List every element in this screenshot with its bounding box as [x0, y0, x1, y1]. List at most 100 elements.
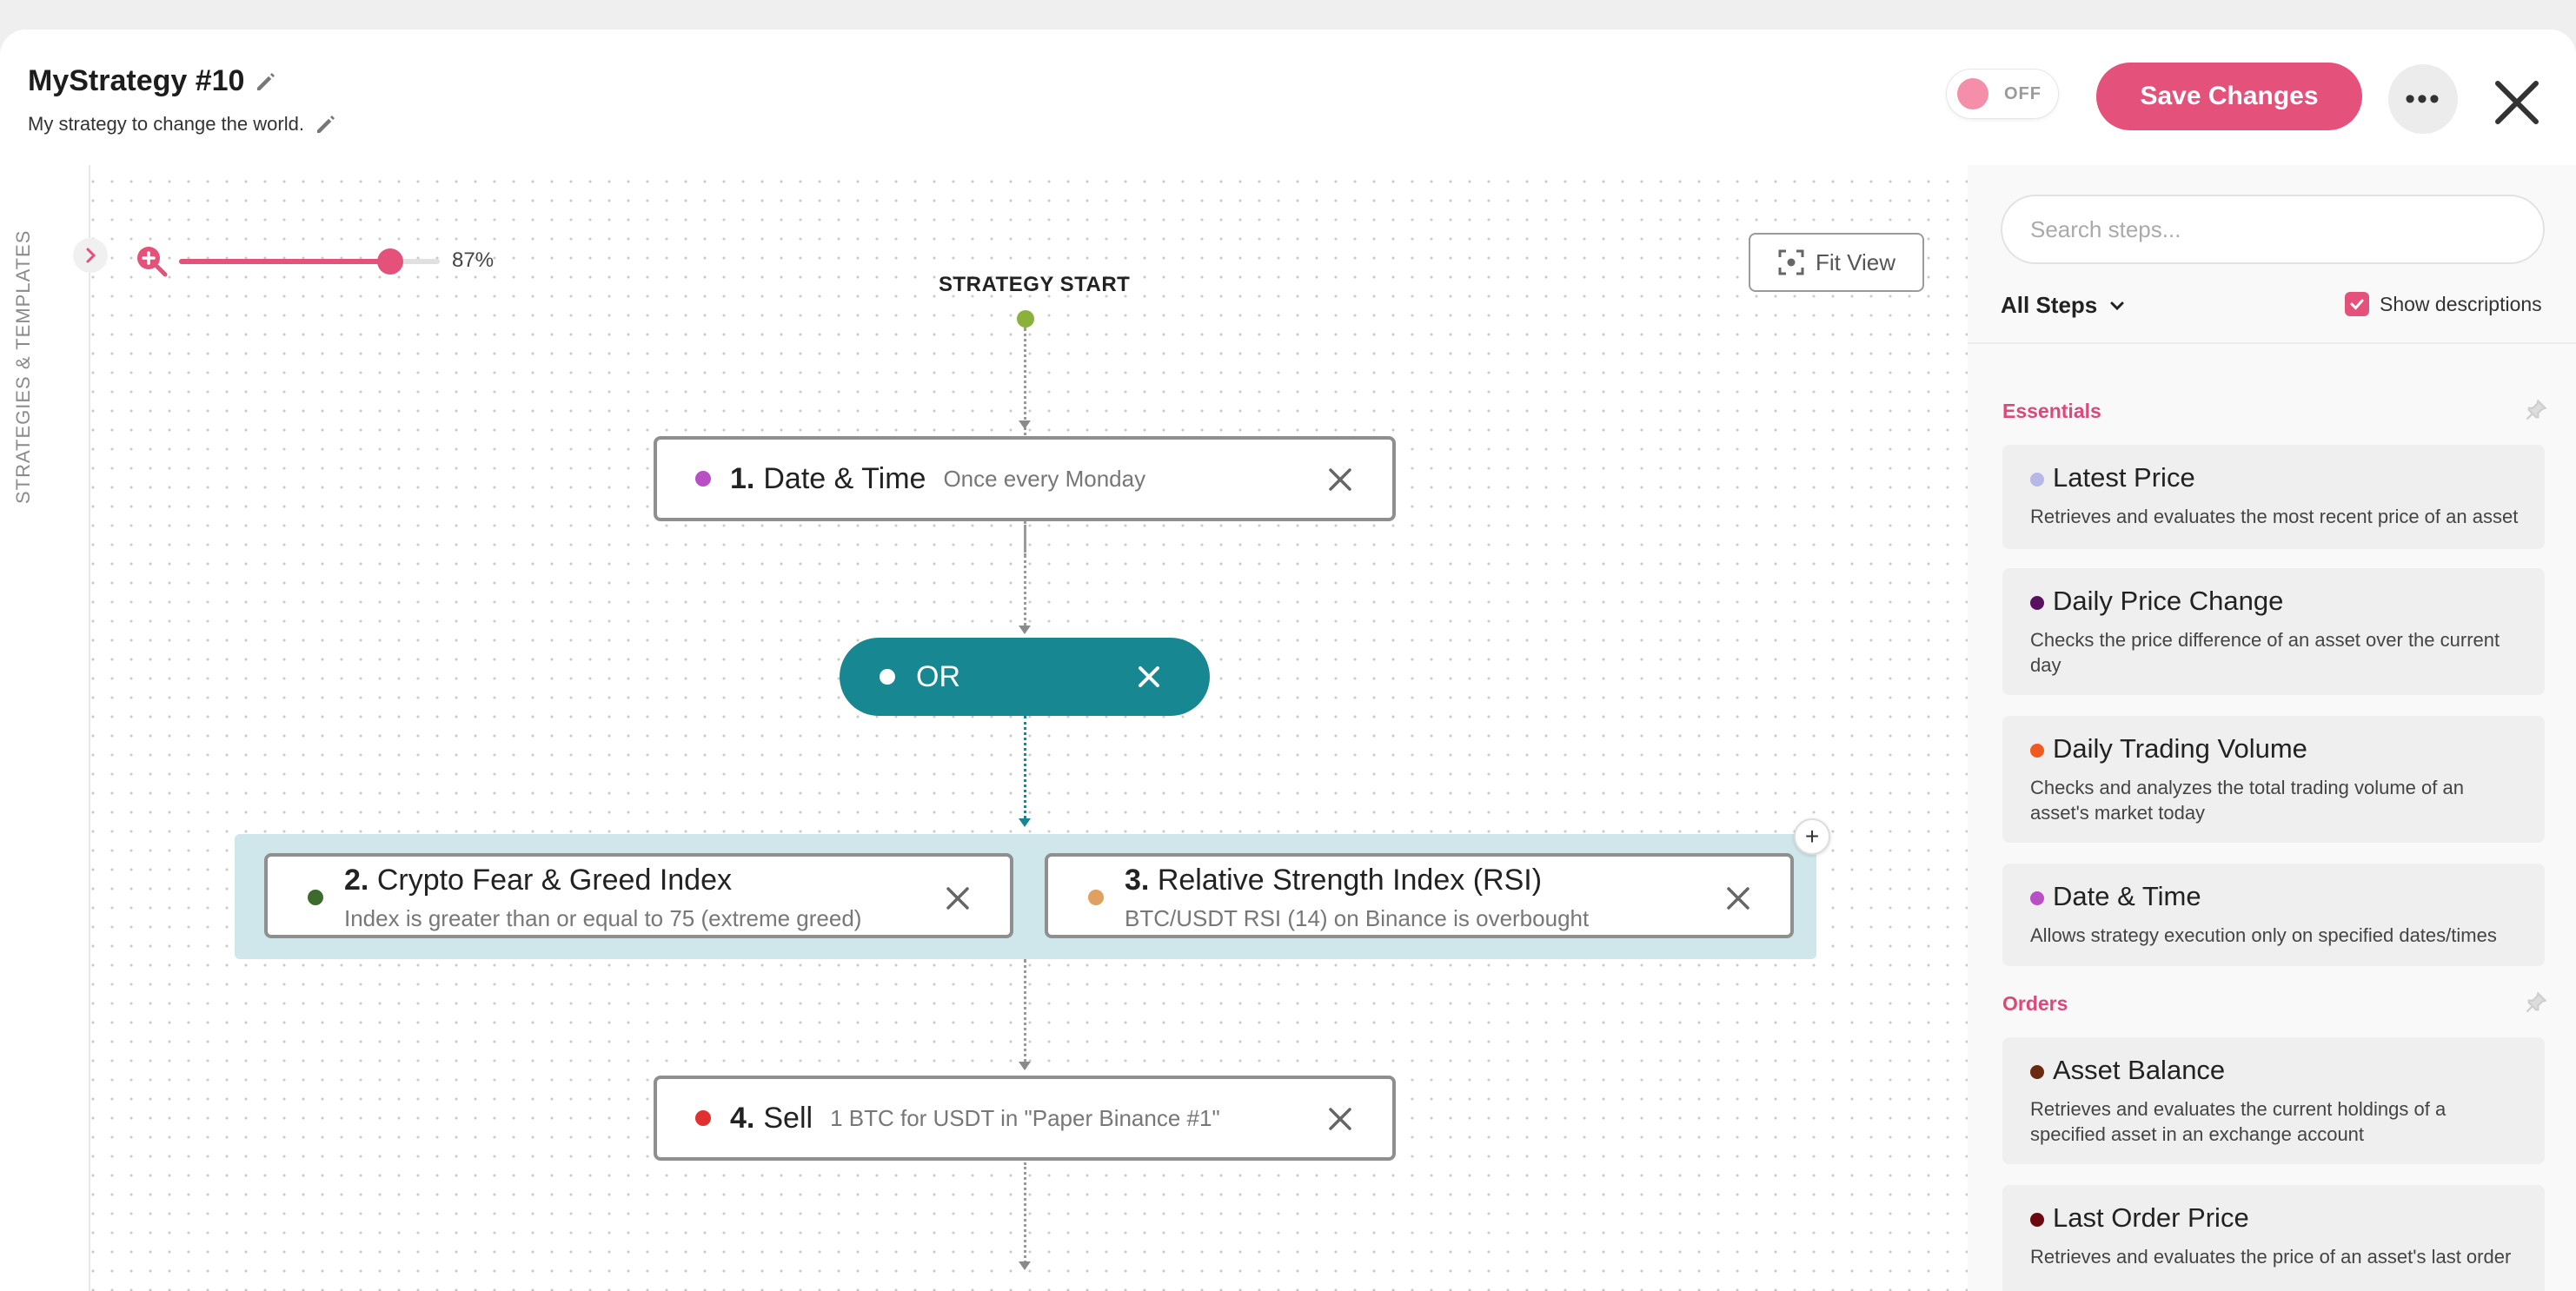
step-card-title: Last Order Price: [2053, 1202, 2249, 1233]
show-descriptions-checkbox[interactable]: [2345, 292, 2369, 316]
step-number: 2.: [344, 864, 369, 897]
step-description: Index is greater than or equal to 75 (ex…: [344, 905, 862, 931]
or-condition-group: 2. Crypto Fear & Greed Index Index is gr…: [235, 834, 1816, 959]
step-name: Crypto Fear & Greed Index: [376, 864, 732, 897]
fit-view-label: Fit View: [1816, 248, 1895, 275]
strategy-active-toggle[interactable]: OFF: [1947, 70, 2058, 118]
step-card-description: Retrieves and evaluates the current hold…: [2030, 1098, 2447, 1145]
close-icon: [2495, 81, 2539, 124]
connector-arrow: [1019, 1062, 1031, 1070]
strategy-description[interactable]: My strategy to change the world.: [28, 113, 304, 136]
step-card-title: Date & Time: [2053, 881, 2201, 911]
show-descriptions-label: Show descriptions: [2380, 292, 2542, 315]
connector: [1024, 716, 1026, 824]
zoom-in-icon[interactable]: [134, 243, 169, 278]
step-color-dot: [695, 471, 711, 487]
strategy-description-row: My strategy to change the world.: [28, 111, 339, 137]
remove-step-icon[interactable]: [1325, 464, 1356, 495]
step-card-description: Retrieves and evaluates the price of an …: [2030, 1246, 2512, 1268]
toggle-knob: [1957, 78, 1988, 109]
step-color-dot: [2030, 891, 2044, 905]
step-color-dot: [308, 890, 323, 905]
pin-icon[interactable]: [2524, 990, 2548, 1015]
step-color-dot: [2030, 1065, 2044, 1079]
strategy-title[interactable]: MyStrategy #10: [28, 64, 244, 98]
more-dots-icon: •••: [2405, 82, 2441, 116]
or-node-label: OR: [916, 659, 960, 693]
step-card-description: Retrieves and evaluates the most recent …: [2030, 506, 2519, 527]
step-color-dot: [2030, 744, 2044, 758]
step-node-fear-greed[interactable]: 2. Crypto Fear & Greed Index Index is gr…: [264, 853, 1013, 938]
connector: [1024, 525, 1026, 631]
step-name: Sell: [763, 1101, 813, 1135]
strategies-templates-drawer[interactable]: STRATEGIES & TEMPLATES: [0, 165, 90, 1291]
step-card-latest-price[interactable]: Latest Price Retrieves and evaluates the…: [2002, 445, 2545, 549]
step-color-dot: [2030, 596, 2044, 610]
flow-canvas[interactable]: STRATEGIES & TEMPLATES 87% Fit View STRA…: [0, 165, 1968, 1291]
step-description: Once every Monday: [943, 465, 1146, 492]
step-color-dot: [695, 1110, 711, 1126]
strategy-start-label: STRATEGY START: [939, 273, 1131, 296]
step-title-row: 2. Crypto Fear & Greed Index: [344, 864, 732, 897]
header: MyStrategy #10 My strategy to change the…: [0, 30, 2576, 165]
chevron-down-icon: [2110, 301, 2124, 310]
step-name: Relative Strength Index (RSI): [1157, 864, 1543, 897]
connector-arrow: [1019, 818, 1031, 827]
step-node-rsi[interactable]: 3. Relative Strength Index (RSI) BTC/USD…: [1045, 853, 1794, 938]
remove-step-icon[interactable]: [1723, 883, 1754, 914]
step-filter-label: All Steps: [2001, 292, 2098, 318]
zoom-slider-thumb[interactable]: [377, 248, 403, 275]
search-steps-input[interactable]: [2001, 195, 2545, 264]
expand-drawer-button[interactable]: [73, 238, 108, 273]
remove-or-node-icon[interactable]: [1133, 661, 1165, 692]
fit-view-button[interactable]: Fit View: [1749, 233, 1924, 292]
add-to-group-button[interactable]: +: [1794, 818, 1830, 855]
step-card-description: Checks and analyzes the total trading vo…: [2030, 777, 2464, 824]
step-card-title: Daily Trading Volume: [2053, 733, 2307, 764]
checkmark-icon: [2350, 299, 2364, 310]
or-node-dot: [880, 669, 895, 685]
step-card-title: Daily Price Change: [2053, 586, 2284, 616]
step-card-title: Latest Price: [2053, 462, 2195, 493]
more-options-button[interactable]: •••: [2388, 64, 2458, 134]
zoom-slider[interactable]: [179, 248, 440, 275]
step-node-date-time[interactable]: 1. Date & Time Once every Monday: [654, 436, 1396, 521]
strategy-start-node[interactable]: [1017, 310, 1034, 328]
show-descriptions-toggle[interactable]: Show descriptions: [2345, 292, 2542, 316]
close-button[interactable]: [2482, 68, 2552, 137]
step-card-daily-trading-volume[interactable]: Daily Trading Volume Checks and analyzes…: [2002, 716, 2545, 843]
step-card-date-time[interactable]: Date & Time Allows strategy execution on…: [2002, 864, 2545, 966]
connector-arrow: [1019, 1261, 1031, 1270]
step-number: 3.: [1125, 864, 1150, 897]
strategy-editor-window: MyStrategy #10 My strategy to change the…: [0, 30, 2576, 1291]
connector: [1024, 959, 1026, 1069]
toggle-state-label: OFF: [2004, 84, 2042, 103]
zoom-slider-fill: [179, 259, 390, 264]
section-header-essentials: Essentials: [2002, 400, 2101, 422]
save-changes-button[interactable]: Save Changes: [2096, 63, 2362, 130]
step-color-dot: [2030, 473, 2044, 487]
step-number: 4.: [730, 1101, 755, 1135]
step-card-last-order-price[interactable]: Last Order Price Retrieves and evaluates…: [2002, 1185, 2545, 1291]
edit-description-pencil-icon[interactable]: [313, 111, 339, 137]
step-card-asset-balance[interactable]: Asset Balance Retrieves and evaluates th…: [2002, 1037, 2545, 1164]
step-filter-dropdown[interactable]: All Steps: [2001, 292, 2127, 319]
or-logic-node[interactable]: OR: [840, 638, 1210, 716]
step-card-description: Allows strategy execution only on specif…: [2030, 924, 2497, 946]
step-description: 1 BTC for USDT in "Paper Binance #1": [830, 1104, 1220, 1131]
step-color-dot: [2030, 1213, 2044, 1227]
step-description: BTC/USDT RSI (14) on Binance is overboug…: [1125, 905, 1590, 931]
step-color-dot: [1088, 890, 1104, 905]
step-card-description: Checks the price difference of an asset …: [2030, 629, 2500, 676]
step-card-title: Asset Balance: [2053, 1055, 2226, 1085]
connector-arrow: [1019, 420, 1031, 429]
edit-title-pencil-icon[interactable]: [253, 69, 279, 95]
panel-divider: [1968, 342, 2576, 344]
remove-step-icon[interactable]: [1325, 1103, 1356, 1135]
pin-icon[interactable]: [2524, 398, 2548, 422]
step-node-sell[interactable]: 4. Sell 1 BTC for USDT in "Paper Binance…: [654, 1076, 1396, 1161]
remove-step-icon[interactable]: [942, 883, 973, 914]
connector-arrow: [1019, 626, 1031, 634]
zoom-percent-label: 87%: [452, 248, 495, 272]
step-card-daily-price-change[interactable]: Daily Price Change Checks the price diff…: [2002, 568, 2545, 695]
